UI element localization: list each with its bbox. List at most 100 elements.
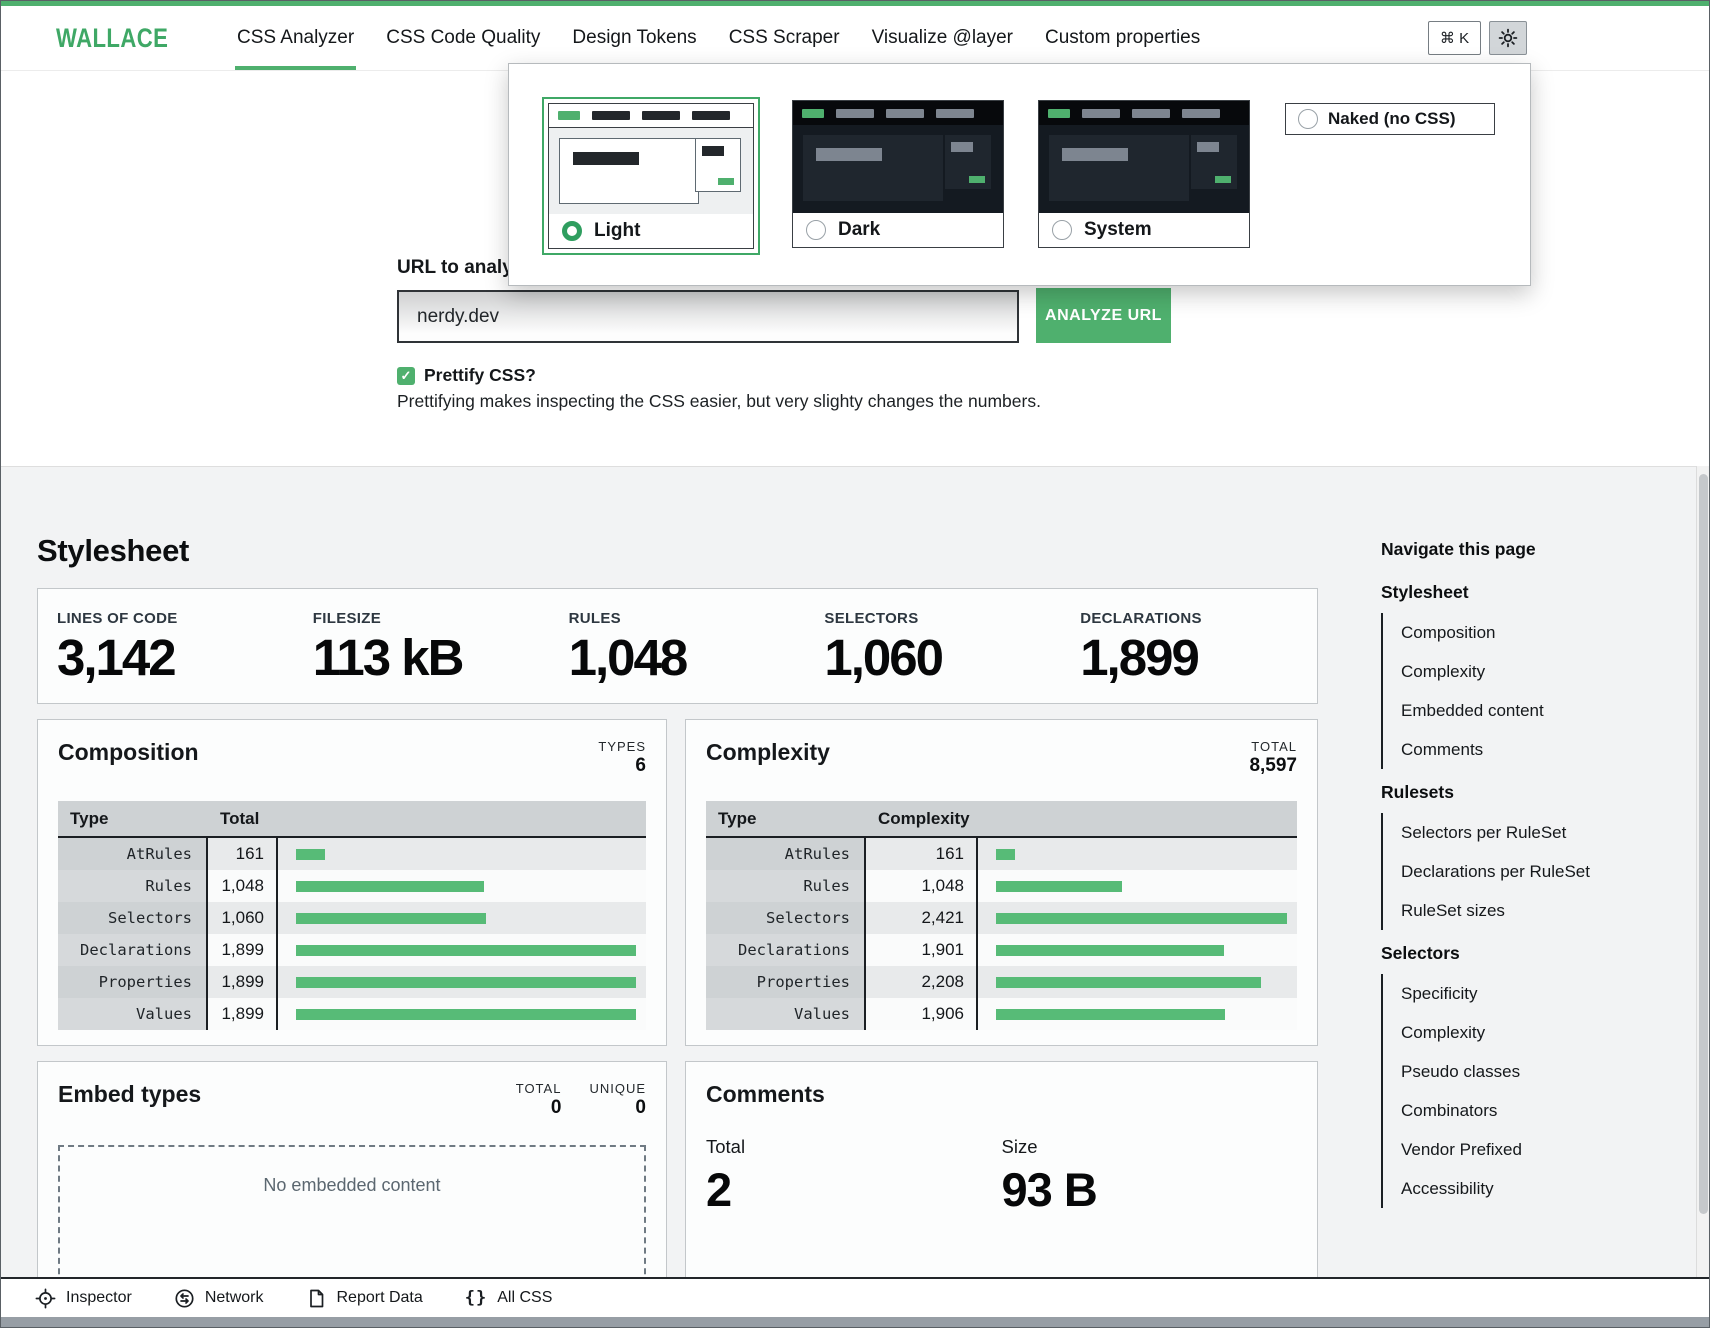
prettify-option: ✓ Prettify CSS? — [397, 365, 536, 386]
value-bar — [296, 945, 636, 956]
toc-link-comments[interactable]: Comments — [1383, 730, 1621, 769]
url-input[interactable] — [397, 290, 1019, 343]
toc-title: Navigate this page — [1381, 539, 1621, 560]
toc-link-complexity[interactable]: Complexity — [1383, 652, 1621, 691]
toc-link-embedded-content[interactable]: Embedded content — [1383, 691, 1621, 730]
table-row: AtRules 161 — [706, 838, 1297, 870]
prettify-label: Prettify CSS? — [424, 365, 536, 386]
value-bar — [996, 913, 1287, 924]
theme-option-dark[interactable]: Dark — [792, 100, 1004, 248]
system-label: System — [1084, 219, 1152, 241]
naked-radio[interactable] — [1298, 109, 1318, 129]
table-row: Selectors 2,421 — [706, 902, 1297, 934]
statusbar-network[interactable]: Network — [174, 1288, 264, 1309]
value-bar — [996, 881, 1122, 892]
theme-option-light[interactable]: Light — [542, 97, 760, 255]
table-row: Selectors 1,060 — [58, 902, 646, 934]
tab-css-code-quality[interactable]: CSS Code Quality — [370, 6, 556, 70]
value-bar — [996, 849, 1015, 860]
composition-types-meta: TYPES 6 — [598, 739, 646, 777]
all-css-icon: {} — [465, 1288, 487, 1308]
complexity-total-meta: TOTAL 8,597 — [1249, 739, 1297, 777]
toc-link-combinators[interactable]: Combinators — [1383, 1091, 1621, 1130]
table-row: Properties 2,208 — [706, 966, 1297, 998]
statusbar-all-css[interactable]: {} All CSS — [465, 1288, 553, 1308]
window-bottom-edge — [1, 1317, 1709, 1327]
naked-label: Naked (no CSS) — [1328, 109, 1456, 129]
report-section: Stylesheet LINES OF CODE 3,142 FILESIZE … — [1, 466, 1710, 1328]
table-row: Declarations 1,901 — [706, 934, 1297, 966]
sun-icon — [1498, 28, 1518, 48]
command-k-shortcut-button[interactable]: ⌘ K — [1428, 21, 1481, 55]
page-navigation: Navigate this page Stylesheet Compositio… — [1381, 539, 1621, 1208]
tab-css-scraper[interactable]: CSS Scraper — [713, 6, 856, 70]
table-row: AtRules 161 — [58, 838, 646, 870]
complexity-title: Complexity — [706, 739, 830, 766]
toc-link-specificity[interactable]: Specificity — [1383, 974, 1621, 1013]
composition-table: Type Total AtRules 161 Rules 1,048 Selec… — [58, 801, 646, 1030]
bottom-status-bar: Inspector Network Repor — [1, 1277, 1709, 1317]
tab-custom-properties[interactable]: Custom properties — [1029, 6, 1216, 70]
toc-link-vendor-prefixed[interactable]: Vendor Prefixed — [1383, 1130, 1621, 1169]
theme-option-system[interactable]: System — [1038, 100, 1250, 248]
toc-link-accessibility[interactable]: Accessibility — [1383, 1169, 1621, 1208]
prettify-checkbox[interactable]: ✓ — [397, 367, 415, 385]
statusbar-report-data[interactable]: Report Data — [306, 1288, 423, 1309]
table-row: Properties 1,899 — [58, 966, 646, 998]
toc-link-composition[interactable]: Composition — [1383, 613, 1621, 652]
light-theme-preview — [549, 104, 753, 128]
table-row: Values 1,906 — [706, 998, 1297, 1030]
stylesheet-stats-panel: LINES OF CODE 3,142 FILESIZE 113 kB RULE… — [37, 588, 1318, 704]
dark-theme-preview — [793, 101, 1003, 125]
top-accent-strip — [1, 1, 1709, 6]
embed-total-meta: TOTAL 0 — [516, 1081, 562, 1119]
theme-picker-dropdown: Light Dark — [508, 63, 1531, 286]
table-row: Rules 1,048 — [706, 870, 1297, 902]
wallace-app-window: WALLACE CSS Analyzer CSS Code Quality De… — [0, 0, 1710, 1328]
theme-option-naked[interactable]: Naked (no CSS) — [1285, 103, 1495, 135]
main-nav: CSS Analyzer CSS Code Quality Design Tok… — [221, 6, 1216, 70]
statusbar-inspector[interactable]: Inspector — [35, 1288, 132, 1309]
light-label: Light — [594, 220, 640, 242]
network-icon — [174, 1288, 195, 1309]
analyze-url-button[interactable]: Analyze URL — [1036, 288, 1171, 343]
stat-selectors: SELECTORS 1,060 — [805, 589, 1061, 703]
scrollbar-track — [1696, 466, 1709, 1328]
complexity-card: Complexity TOTAL 8,597 Type Complexity A… — [685, 719, 1318, 1046]
toc-link-declarations-per-ruleset[interactable]: Declarations per RuleSet — [1383, 852, 1621, 891]
topbar-actions: ⌘ K — [1428, 21, 1527, 55]
toc-link-selectors-per-ruleset[interactable]: Selectors per RuleSet — [1383, 813, 1621, 852]
value-bar — [296, 977, 636, 988]
embed-types-title: Embed types — [58, 1081, 201, 1108]
comments-size: Size 93 B — [1002, 1136, 1298, 1217]
toc-section-stylesheet[interactable]: Stylesheet — [1381, 582, 1621, 603]
composition-card: Composition TYPES 6 Type Total AtRules 1… — [37, 719, 667, 1046]
theme-toggle-button[interactable] — [1489, 21, 1527, 55]
toc-link-pseudo-classes[interactable]: Pseudo classes — [1383, 1052, 1621, 1091]
value-bar — [296, 1009, 636, 1020]
stat-filesize: FILESIZE 113 kB — [294, 589, 550, 703]
tab-css-analyzer[interactable]: CSS Analyzer — [221, 6, 370, 70]
prettify-help-text: Prettifying makes inspecting the CSS eas… — [397, 391, 1041, 412]
toc-section-rulesets[interactable]: Rulesets — [1381, 782, 1621, 803]
value-bar — [996, 1009, 1225, 1020]
wallace-logo[interactable]: WALLACE — [56, 23, 168, 54]
report-data-icon — [306, 1288, 327, 1309]
system-radio[interactable] — [1052, 220, 1072, 240]
toc-link-ruleset-sizes[interactable]: RuleSet sizes — [1383, 891, 1621, 930]
comments-title: Comments — [706, 1081, 825, 1108]
stylesheet-heading: Stylesheet — [37, 533, 189, 569]
top-navigation-bar: WALLACE CSS Analyzer CSS Code Quality De… — [1, 6, 1709, 71]
tab-design-tokens[interactable]: Design Tokens — [556, 6, 712, 70]
value-bar — [996, 977, 1261, 988]
comments-total: Total 2 — [706, 1136, 1002, 1217]
light-radio[interactable] — [562, 221, 582, 241]
dark-label: Dark — [838, 219, 880, 241]
table-row: Rules 1,048 — [58, 870, 646, 902]
scrollbar-thumb[interactable] — [1699, 474, 1708, 1214]
toc-link-selector-complexity[interactable]: Complexity — [1383, 1013, 1621, 1052]
tab-visualize-layer[interactable]: Visualize @layer — [856, 6, 1029, 70]
toc-section-selectors[interactable]: Selectors — [1381, 943, 1621, 964]
dark-radio[interactable] — [806, 220, 826, 240]
stat-lines-of-code: LINES OF CODE 3,142 — [38, 589, 294, 703]
